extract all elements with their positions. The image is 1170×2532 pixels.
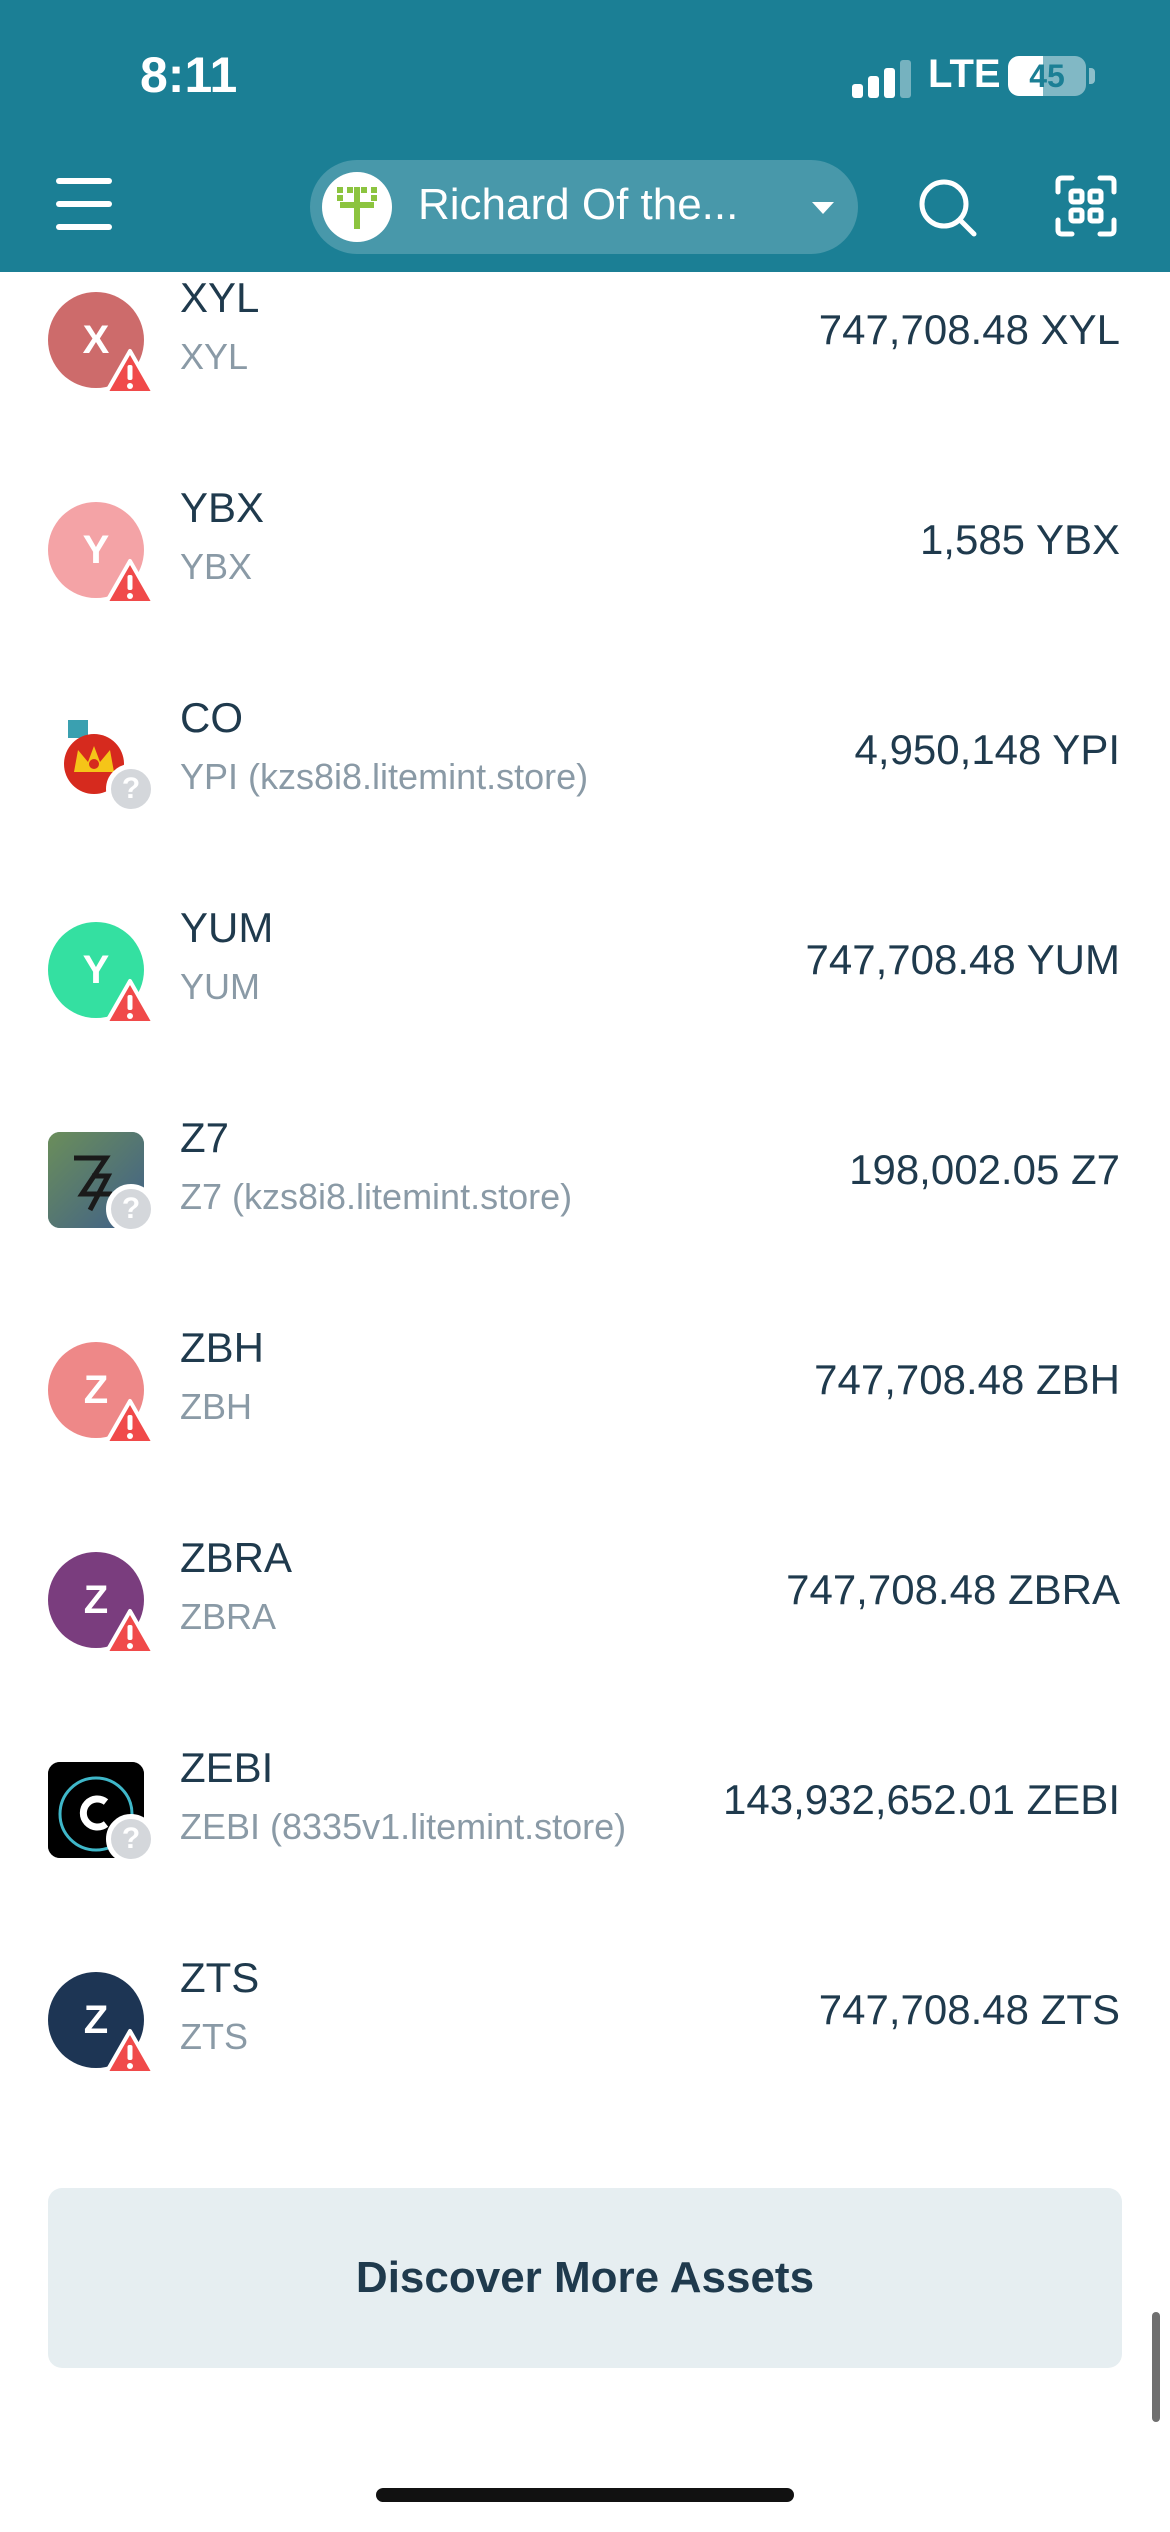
battery-icon: 45	[1008, 56, 1086, 96]
warning-icon	[104, 348, 156, 396]
unknown-issuer-icon: ?	[106, 1814, 156, 1864]
asset-row-z7[interactable]: ? Z7 Z7 (kzs8i8.litemint.store) 198,002.05 …	[0, 1022, 1170, 1234]
asset-balance: 747,708.48 XYL	[818, 306, 1120, 353]
asset-balance: 747,708.48 ZTS	[818, 1986, 1120, 2033]
asset-code: ZTS	[180, 1954, 260, 2001]
cellular-signal-icon	[852, 58, 916, 98]
account-avatar-icon	[337, 187, 377, 229]
asset-balance: 1,585 YBX	[919, 516, 1120, 563]
qr-scan-icon	[1055, 175, 1117, 237]
asset-row-ybx[interactable]: Y YBX YBX 1,585 YBX	[0, 392, 1170, 605]
asset-row-yum[interactable]: Y YUM YUM 747,708.48 YUM	[0, 812, 1170, 1025]
search-button[interactable]	[916, 176, 980, 240]
status-time: 8:11	[140, 47, 238, 103]
asset-issuer: YPI (kzs8i8.litemint.store)	[180, 756, 589, 797]
account-avatar	[322, 172, 392, 242]
warning-icon	[104, 1608, 156, 1656]
home-indicator[interactable]	[376, 2488, 794, 2502]
asset-row-zts[interactable]: Z ZTS ZTS 747,708.48 ZTS	[0, 1862, 1170, 2075]
asset-row-zbra[interactable]: Z ZBRA ZBRA 747,708.48 ZBRA	[0, 1442, 1170, 1655]
warning-icon	[104, 978, 156, 1026]
asset-balance: 747,708.48 ZBH	[814, 1356, 1120, 1403]
asset-balance: 198,002.05 Z7	[849, 1146, 1120, 1193]
discover-more-assets-button[interactable]: Discover More Assets	[48, 2188, 1122, 2368]
asset-code: ZEBI	[180, 1744, 274, 1791]
account-name: Richard Of the...	[418, 180, 739, 229]
asset-issuer: ZBRA	[180, 1596, 277, 1637]
app-header: 8:11 LTE 45 Richard Of the...	[0, 0, 1170, 272]
scan-button[interactable]	[1054, 174, 1118, 238]
asset-issuer: Z7 (kzs8i8.litemint.store)	[180, 1176, 573, 1217]
search-icon	[919, 179, 977, 237]
asset-issuer: XYL	[180, 336, 249, 377]
asset-row-co[interactable]: ? CO YPI (kzs8i8.litemint.store) 4,950,148 …	[0, 602, 1170, 814]
scrollbar[interactable]	[1152, 2312, 1160, 2422]
battery-nub	[1089, 68, 1095, 84]
hamburger-icon	[56, 178, 112, 184]
unknown-issuer-icon: ?	[106, 764, 156, 814]
asset-row-zbh[interactable]: Z ZBH ZBH 747,708.48 ZBH	[0, 1232, 1170, 1445]
asset-row-zebi[interactable]: ? ZEBI ZEBI (8335v1.litemint.store) 143,932…	[0, 1652, 1170, 1864]
asset-balance: 4,950,148 YPI	[854, 726, 1120, 773]
asset-code: Z7	[180, 1114, 230, 1161]
asset-issuer: YUM	[180, 966, 260, 1007]
asset-issuer: ZEBI (8335v1.litemint.store)	[180, 1806, 627, 1847]
asset-issuer: YBX	[180, 546, 253, 587]
asset-balance: 143,932,652.01 ZEBI	[723, 1776, 1120, 1823]
asset-balance: 747,708.48 YUM	[805, 936, 1120, 983]
asset-code: YUM	[180, 904, 274, 951]
warning-icon	[104, 2028, 156, 2076]
warning-icon	[104, 1398, 156, 1446]
chevron-down-icon	[812, 202, 834, 214]
account-switcher[interactable]: Richard Of the...	[310, 160, 858, 254]
asset-issuer: ZBH	[180, 1386, 252, 1427]
asset-code: YBX	[180, 484, 265, 531]
asset-code: ZBH	[180, 1324, 264, 1371]
network-type: LTE	[928, 52, 1001, 96]
menu-button[interactable]	[56, 178, 112, 230]
asset-balance: 747,708.48 ZBRA	[786, 1566, 1120, 1613]
asset-code: CO	[180, 694, 243, 741]
asset-code: XYL	[180, 274, 260, 321]
unknown-issuer-icon: ?	[106, 1184, 156, 1234]
battery-percent: 45	[1029, 58, 1065, 94]
asset-issuer: ZTS	[180, 2016, 248, 2057]
warning-icon	[104, 558, 156, 606]
asset-code: ZBRA	[180, 1534, 293, 1581]
